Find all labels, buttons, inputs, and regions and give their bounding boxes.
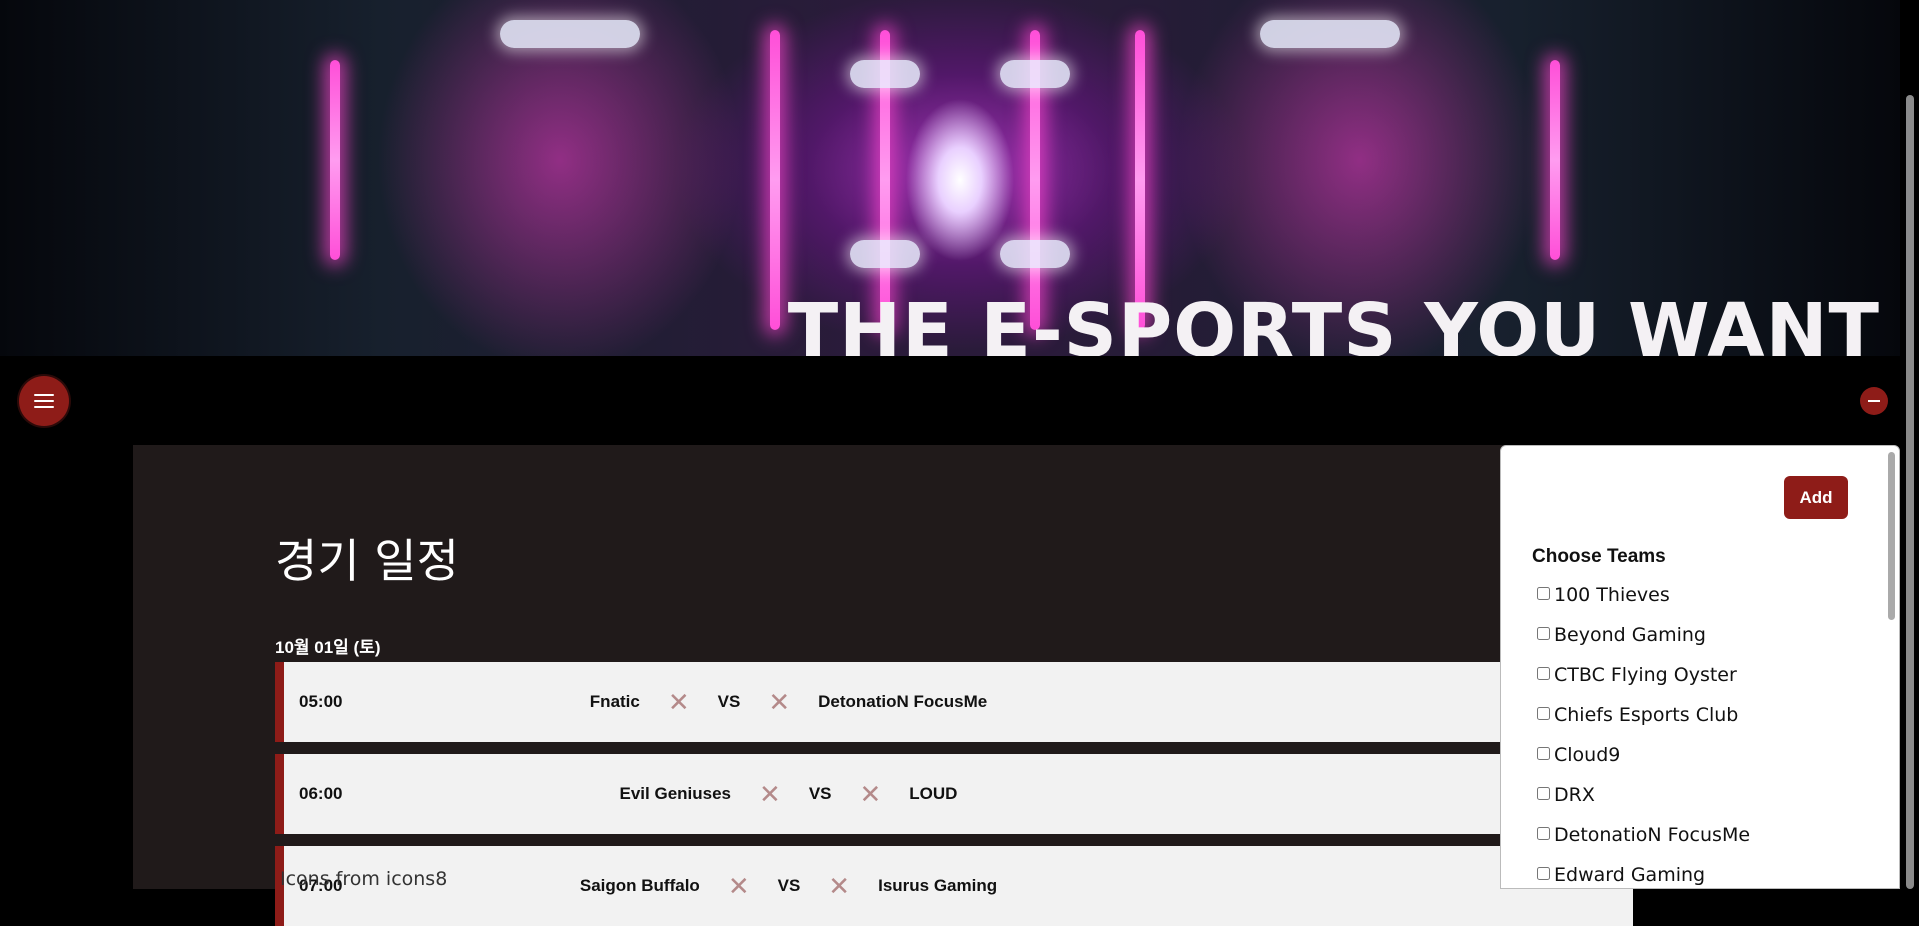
team-checkbox[interactable] [1537, 787, 1550, 800]
team-option[interactable]: Edward Gaming [1537, 864, 1750, 888]
minus-icon [1868, 400, 1880, 402]
panel-light-decoration [850, 60, 920, 88]
away-team: LOUD [909, 784, 958, 803]
team-option[interactable]: DetonatioN FocusMe [1537, 824, 1750, 864]
team-chooser-panel: Add Choose Teams 100 Thieves Beyond Gami… [1500, 445, 1900, 889]
panel-light-decoration [500, 20, 640, 48]
match-row: 06:00 Evil Geniuses ✕ VS ✕ LOUD [275, 754, 1633, 834]
team-option[interactable]: Beyond Gaming [1537, 624, 1750, 664]
vs-label: VS [717, 692, 741, 711]
choose-teams-label: Choose Teams [1532, 546, 1666, 567]
team-checkbox[interactable] [1537, 867, 1550, 880]
schedule-section: 경기 일정 10월 01일 (토) 05:00 Fnatic ✕ VS ✕ De… [133, 445, 1633, 926]
team-checkbox[interactable] [1537, 827, 1550, 840]
team-option[interactable]: 100 Thieves [1537, 584, 1750, 624]
match-row: 05:00 Fnatic ✕ VS ✕ DetonatioN FocusMe [275, 662, 1633, 742]
close-icon[interactable]: ✕ [860, 779, 882, 810]
hamburger-menu-icon [34, 394, 54, 408]
hero-banner: THE E-SPORTS YOU WANT [0, 0, 1900, 356]
panel-scrollbar[interactable] [1888, 452, 1895, 620]
menu-button[interactable] [19, 376, 69, 426]
close-icon[interactable]: ✕ [768, 687, 790, 718]
away-team: DetonatioN FocusMe [818, 692, 988, 711]
team-checkbox[interactable] [1537, 707, 1550, 720]
add-button[interactable]: Add [1784, 476, 1848, 519]
team-checkbox[interactable] [1537, 587, 1550, 600]
team-option[interactable]: CTBC Flying Oyster [1537, 664, 1750, 704]
collapse-panel-button[interactable] [1860, 387, 1888, 415]
home-team: Saigon Buffalo [579, 876, 700, 895]
page-title: 경기 일정 [275, 534, 459, 588]
panel-light-decoration [1000, 240, 1070, 268]
home-team: Evil Geniuses [619, 784, 732, 803]
icons-credit: Icons from icons8 [280, 868, 448, 890]
team-option[interactable]: Chiefs Esports Club [1537, 704, 1750, 744]
banner-title: THE E-SPORTS YOU WANT [787, 288, 1880, 356]
home-team: Fnatic [589, 692, 640, 711]
team-checkbox[interactable] [1537, 747, 1550, 760]
team-list: 100 Thieves Beyond Gaming CTBC Flying Oy… [1537, 584, 1750, 888]
panel-light-decoration [850, 240, 920, 268]
vs-label: VS [777, 876, 801, 895]
neon-light-decoration [1135, 30, 1145, 330]
date-label: 10월 01일 (토) [275, 638, 381, 657]
neon-light-decoration [330, 60, 340, 260]
panel-light-decoration [1260, 20, 1400, 48]
close-icon[interactable]: ✕ [668, 687, 690, 718]
page-scrollbar[interactable] [1906, 95, 1914, 889]
neon-light-decoration [770, 30, 780, 330]
neon-light-decoration [1550, 60, 1560, 260]
panel-light-decoration [1000, 60, 1070, 88]
team-checkbox[interactable] [1537, 667, 1550, 680]
team-option[interactable]: Cloud9 [1537, 744, 1750, 784]
vs-label: VS [808, 784, 832, 803]
away-team: Isurus Gaming [878, 876, 998, 895]
team-option[interactable]: DRX [1537, 784, 1750, 824]
close-icon[interactable]: ✕ [759, 779, 781, 810]
team-checkbox[interactable] [1537, 627, 1550, 640]
close-icon[interactable]: ✕ [828, 871, 850, 902]
close-icon[interactable]: ✕ [728, 871, 750, 902]
match-row: 07:00 Saigon Buffalo ✕ VS ✕ Isurus Gamin… [275, 846, 1633, 926]
